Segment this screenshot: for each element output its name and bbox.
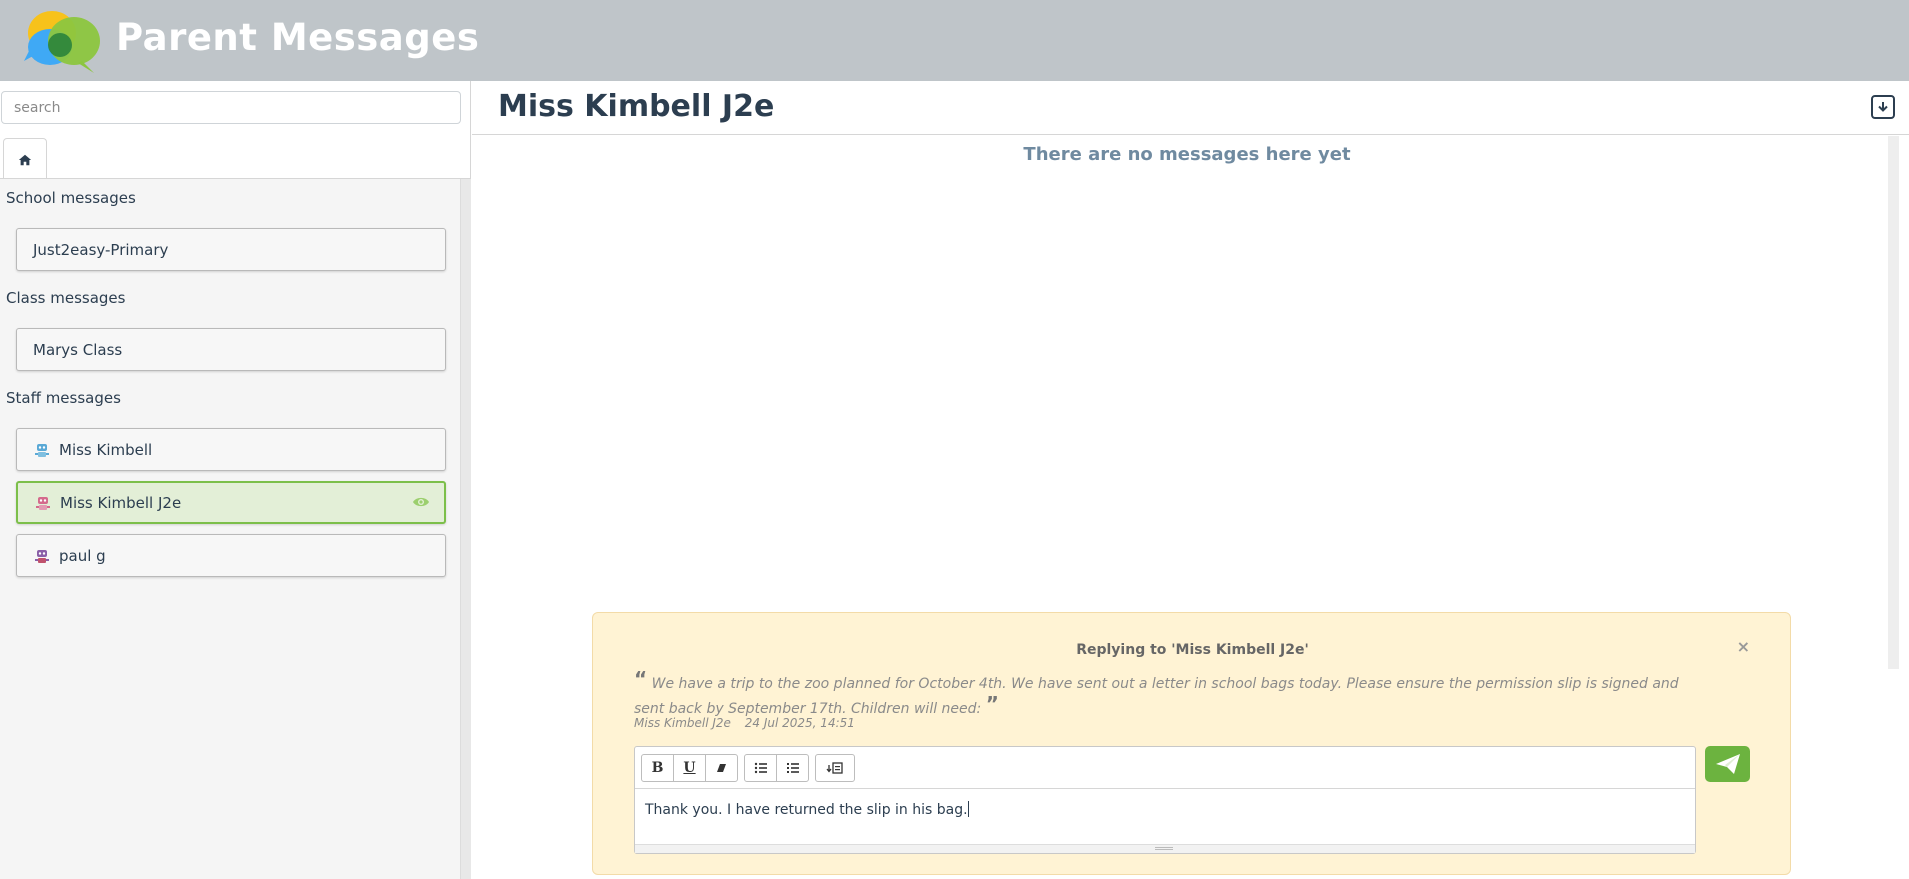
home-icon (18, 154, 32, 165)
search-input[interactable] (1, 91, 461, 124)
robot-avatar-blue-icon (35, 443, 49, 457)
conversation-header: Miss Kimbell J2e (472, 81, 1909, 135)
conversation-item-paul-g[interactable]: paul g (16, 534, 446, 577)
insert-icon (826, 762, 843, 774)
robot-avatar-purple-icon (35, 549, 49, 563)
conversation-item-marys-class[interactable]: Marys Class (16, 328, 446, 371)
sidebar-scrollbar[interactable] (460, 179, 471, 879)
tab-home[interactable] (3, 138, 47, 181)
app-header: Parent Messages (0, 0, 1909, 81)
bullet-list-button[interactable] (744, 754, 777, 782)
conversation-label: Miss Kimbell J2e (60, 493, 182, 512)
close-reply-button[interactable]: × (1737, 637, 1750, 656)
quoted-time: 24 Jul 2025, 14:51 (744, 716, 855, 730)
section-title-school: School messages (6, 189, 136, 207)
section-title-class: Class messages (6, 289, 126, 307)
conversation-label: Miss Kimbell (59, 440, 153, 459)
conversation-label: Marys Class (33, 340, 123, 359)
editor-toolbar: B U (635, 747, 1695, 789)
numbered-list-icon (786, 763, 799, 773)
eye-icon (413, 497, 429, 507)
eraser-icon (716, 764, 726, 772)
conversation-title: Miss Kimbell J2e (498, 89, 775, 124)
underline-button[interactable]: U (673, 754, 706, 782)
messages-scrollbar[interactable] (1888, 136, 1899, 669)
quoted-meta: Miss Kimbell J2e 24 Jul 2025, 14:51 (634, 716, 865, 730)
editor-resize-handle[interactable] (635, 844, 1695, 853)
quoted-message: “ We have a trip to the zoo planned for … (634, 669, 1694, 719)
conversation-label: Just2easy-Primary (33, 240, 169, 259)
conversation-item-miss-kimbell-j2e[interactable]: Miss Kimbell J2e (16, 481, 446, 524)
bold-button[interactable]: B (641, 754, 674, 782)
reply-heading: Replying to 'Miss Kimbell J2e' (1076, 642, 1309, 658)
empty-state-text: There are no messages here yet (1023, 144, 1351, 165)
open-quote-icon: “ (634, 667, 648, 691)
robot-avatar-pink-icon (36, 496, 50, 510)
download-icon (1878, 102, 1888, 112)
search-wrapper (1, 91, 461, 124)
numbered-list-button[interactable] (776, 754, 809, 782)
reply-panel: Replying to 'Miss Kimbell J2e' × “ We ha… (592, 612, 1791, 875)
reply-text: Thank you. I have returned the slip in h… (645, 802, 968, 818)
insert-template-button[interactable] (815, 754, 855, 782)
app-title: Parent Messages (116, 16, 480, 59)
conversation-label: paul g (59, 546, 106, 565)
paper-plane-icon (1715, 754, 1740, 774)
quoted-text: We have a trip to the zoo planned for Oc… (634, 676, 1679, 717)
chat-bubbles-logo-icon (24, 11, 100, 73)
download-button[interactable] (1871, 95, 1895, 119)
text-caret (967, 801, 969, 817)
send-button[interactable] (1705, 746, 1750, 782)
reply-editor: B U Thank you. I have returned the slip … (634, 746, 1696, 854)
quoted-author: Miss Kimbell J2e (634, 716, 731, 730)
conversation-item-just2easy-primary[interactable]: Just2easy-Primary (16, 228, 446, 271)
conversation-pane: Miss Kimbell J2e There are no messages h… (472, 81, 1909, 879)
conversation-list (0, 179, 460, 879)
close-quote-icon: ” (985, 692, 999, 716)
resize-grip-icon (1155, 847, 1173, 850)
reply-text-input[interactable]: Thank you. I have returned the slip in h… (645, 801, 969, 818)
section-title-staff: Staff messages (6, 389, 121, 407)
clear-format-button[interactable] (705, 754, 738, 782)
conversation-item-miss-kimbell[interactable]: Miss Kimbell (16, 428, 446, 471)
bullet-list-icon (754, 762, 767, 774)
